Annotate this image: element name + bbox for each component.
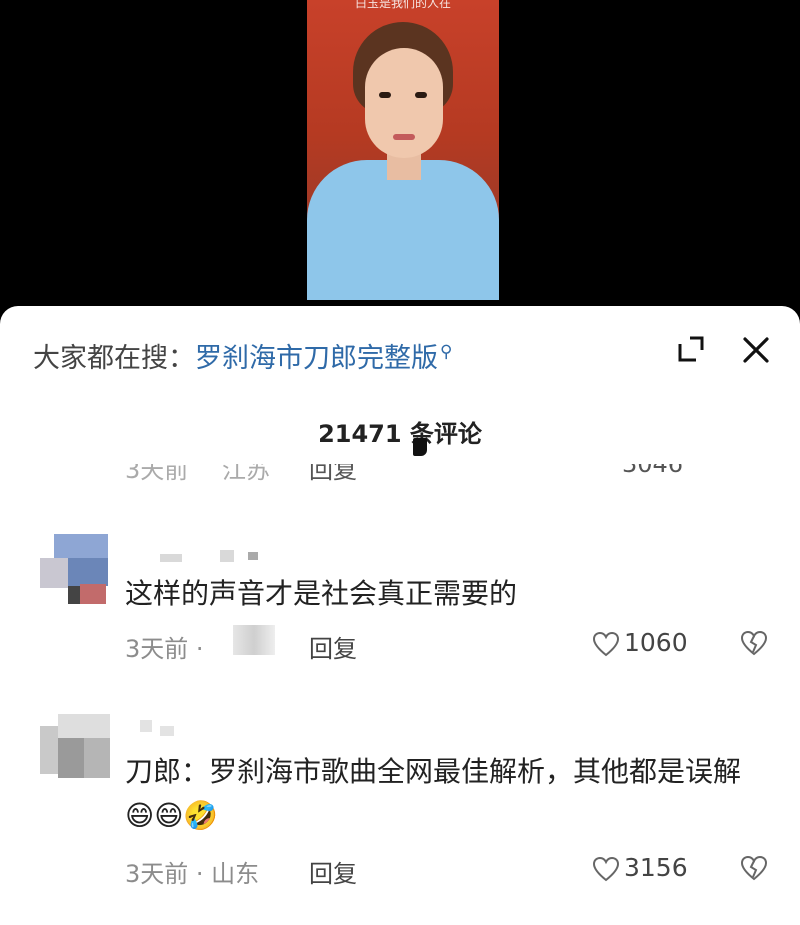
eye-right [415,92,427,98]
location-redacted [233,625,275,655]
like-button[interactable]: 1060 [592,628,688,657]
avatar-pixel [68,586,80,604]
mouse-cursor [413,438,427,456]
comment-text: 刀郎：罗刹海市歌曲全网最佳解析，其他都是误解😄😄🤣 [125,755,742,832]
comment-count-title: 21471 条评论 [318,420,482,448]
avatar[interactable] [40,534,110,604]
search-term-link[interactable]: 罗刹海市刀郎完整版 [195,343,438,374]
search-prefix: 大家都在搜： [33,343,195,374]
comment-meta: 3天前 · 回复 [125,625,357,664]
avatar-pixel [54,534,108,558]
avatar-pixel [58,738,84,778]
partial-reply[interactable]: 回复 [309,464,357,484]
partial-time: 3天前 [125,464,189,484]
like-count: 1060 [624,628,688,657]
like-count: 3156 [624,853,688,882]
username-redacted[interactable] [140,718,250,736]
reply-button[interactable]: 回复 [309,629,357,664]
eye-left [379,92,391,98]
dislike-icon[interactable] [740,630,768,660]
video-caption: 白玉是我们的人在 [354,0,451,10]
close-icon[interactable] [736,330,776,370]
comment-time: 3天前 · [125,635,204,663]
mouth [393,134,415,140]
comment-text: 这样的声音才是社会真正需要的 [125,577,518,610]
avatar-pixel [40,726,58,774]
comment-time-location: 3天前 · 山东 [125,860,260,888]
comment-sheet: 大家都在搜：罗刹海市刀郎完整版 ⚲ 21471 条评论 3天前 江苏 回复 304… [0,306,800,925]
dislike-icon[interactable] [740,855,768,885]
avatar-pixel [68,558,108,586]
avatar[interactable] [40,714,110,784]
person-face [365,48,443,158]
comment-meta: 3天前 · 山东 回复 [125,854,357,889]
avatar-pixel [58,714,110,738]
trending-search-bar[interactable]: 大家都在搜：罗刹海市刀郎完整版 ⚲ [33,336,452,375]
avatar-pixel [40,558,68,588]
like-button[interactable]: 3156 [592,853,688,882]
search-icon[interactable]: ⚲ [440,342,452,362]
heart-icon [592,631,620,657]
video-frame[interactable]: 白玉是我们的人在 [307,0,499,300]
expand-icon[interactable] [672,330,710,368]
partial-likes[interactable]: 3046 [622,464,683,478]
partial-location: 江苏 [222,464,270,484]
avatar-pixel [80,584,106,604]
avatar-pixel [84,738,110,778]
username-redacted[interactable] [160,550,258,564]
heart-icon [592,856,620,882]
partial-comment-meta: 3天前 江苏 回复 3046 [0,464,800,484]
person-shirt [307,160,499,300]
reply-button[interactable]: 回复 [309,854,357,889]
video-area[interactable]: 白玉是我们的人在 [0,0,800,320]
